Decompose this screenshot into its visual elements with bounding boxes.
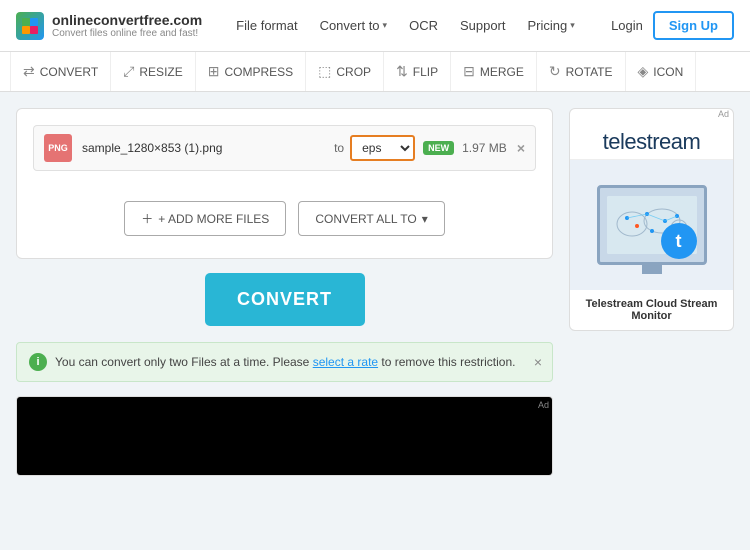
toolbar-icon[interactable]: ◈ ICON	[626, 52, 697, 91]
flip-icon: ⇅	[396, 63, 408, 80]
telestream-logo: telestream	[580, 129, 723, 155]
logo[interactable]: onlineconvertfree.com Convert files onli…	[16, 12, 202, 40]
logo-text: onlineconvertfree.com Convert files onli…	[52, 12, 202, 40]
convert-button[interactable]: CONVERT	[205, 273, 365, 326]
file-actions: ＋ + ADD MORE FILES CONVERT ALL TO ▾	[33, 185, 536, 242]
sidebar-ad: Ad telestream	[569, 108, 734, 331]
header: onlineconvertfree.com Convert files onli…	[0, 0, 750, 52]
toolbar-rotate[interactable]: ↻ ROTATE	[537, 52, 626, 91]
add-more-files-button[interactable]: ＋ + ADD MORE FILES	[124, 201, 286, 236]
convert-icon: ⇄	[23, 63, 35, 80]
toolbar-resize[interactable]: ⤢ RESIZE	[111, 52, 196, 91]
icon-icon: ◈	[638, 63, 649, 80]
info-icon: i	[29, 353, 47, 371]
merge-icon: ⊟	[463, 63, 475, 80]
close-info-button[interactable]: ×	[534, 354, 542, 370]
rotate-icon: ↻	[549, 63, 561, 80]
toolbar-crop[interactable]: ⬚ CROP	[306, 52, 384, 91]
new-badge: NEW	[423, 141, 454, 155]
nav-convert-to[interactable]: Convert to ▾	[310, 12, 398, 39]
sidebar: Ad telestream	[569, 108, 734, 476]
file-name: sample_1280×853 (1).png	[82, 141, 334, 155]
plus-icon: ＋	[141, 210, 153, 227]
toolbar-compress[interactable]: ⊞ COMPRESS	[196, 52, 306, 91]
sidebar-ad-top: telestream	[570, 121, 733, 160]
ad-label: Ad	[570, 109, 733, 121]
chevron-down-icon: ▾	[383, 20, 388, 31]
nav-support[interactable]: Support	[450, 12, 516, 39]
toolbar-convert[interactable]: ⇄ CONVERT	[10, 52, 111, 91]
ad-content	[17, 397, 552, 475]
bottom-ad: Ad	[16, 396, 553, 476]
file-type-icon: PNG	[44, 134, 72, 162]
file-row: PNG sample_1280×853 (1).png to eps jpg p…	[33, 125, 536, 171]
main-nav: File format Convert to ▾ OCR Support Pri…	[226, 12, 611, 39]
sidebar-ad-image: t	[570, 160, 733, 290]
chevron-down-icon: ▾	[570, 20, 575, 31]
main-content: PNG sample_1280×853 (1).png to eps jpg p…	[0, 92, 750, 492]
header-actions: Login Sign Up	[611, 11, 734, 40]
file-size: 1.97 MB	[462, 141, 507, 155]
format-select[interactable]: eps jpg png pdf svg webp gif bmp tiff	[350, 135, 415, 161]
converter-area: PNG sample_1280×853 (1).png to eps jpg p…	[16, 108, 553, 476]
toolbar: ⇄ CONVERT ⤢ RESIZE ⊞ COMPRESS ⬚ CROP ⇅ F…	[0, 52, 750, 92]
converter-box: PNG sample_1280×853 (1).png to eps jpg p…	[16, 108, 553, 259]
toolbar-merge[interactable]: ⊟ MERGE	[451, 52, 537, 91]
nav-ocr[interactable]: OCR	[399, 12, 448, 39]
crop-icon: ⬚	[318, 63, 331, 80]
telestream-t-icon: t	[661, 223, 697, 259]
toolbar-flip[interactable]: ⇅ FLIP	[384, 52, 451, 91]
convert-all-button[interactable]: CONVERT ALL TO ▾	[298, 201, 444, 236]
resize-icon: ⤢	[123, 63, 134, 80]
nav-pricing[interactable]: Pricing ▾	[518, 12, 585, 39]
remove-file-button[interactable]: ×	[517, 140, 525, 156]
ad-label: Ad	[538, 400, 549, 410]
sidebar-ad-description: Telestream Cloud Stream Monitor	[570, 290, 733, 330]
compress-icon: ⊞	[208, 63, 220, 80]
login-button[interactable]: Login	[611, 18, 643, 33]
logo-icon	[16, 12, 44, 40]
info-bar: i You can convert only two Files at a ti…	[16, 342, 553, 382]
monitor-stand	[642, 264, 662, 274]
to-label: to	[334, 141, 344, 155]
select-rate-link[interactable]: select a rate	[313, 355, 378, 369]
info-message: You can convert only two Files at a time…	[55, 355, 515, 369]
signup-button[interactable]: Sign Up	[653, 11, 734, 40]
nav-file-format[interactable]: File format	[226, 12, 307, 39]
chevron-down-icon: ▾	[422, 212, 428, 226]
